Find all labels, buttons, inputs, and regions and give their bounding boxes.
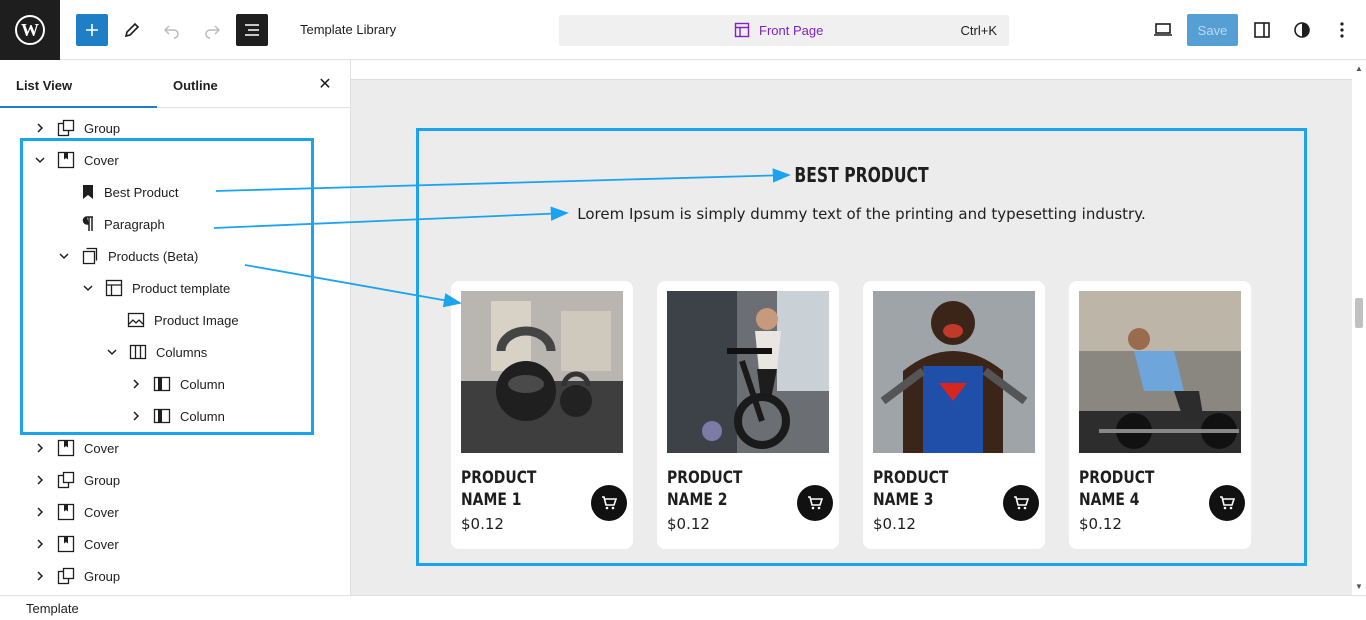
list-view-toggle-button[interactable] [236, 14, 268, 46]
group-icon [56, 470, 76, 490]
sidebar-tabs: List View Outline ✕ [0, 60, 350, 108]
cover-icon [56, 438, 76, 458]
product-card[interactable]: PRODUCT NAME 2 $0.12 [657, 281, 839, 549]
chevron-right-icon[interactable] [32, 440, 48, 456]
undo-button[interactable] [156, 14, 188, 46]
spin-bike-image [667, 291, 829, 453]
product-name[interactable]: PRODUCT NAME 2 [667, 467, 757, 511]
kettlebell-image [461, 291, 623, 453]
breadcrumb-template[interactable]: Template [26, 601, 79, 616]
cover-block-frame[interactable]: BEST PRODUCT Lorem Ipsum is simply dummy… [416, 128, 1307, 566]
tree-item-label: Group [84, 568, 121, 584]
status-bar: Template [0, 595, 1366, 620]
barbell-lifter-image [1079, 291, 1241, 453]
cart-icon[interactable] [1209, 485, 1245, 521]
intro-paragraph[interactable]: Lorem Ipsum is simply dummy text of the … [419, 205, 1304, 223]
tree-item-label: Cover [84, 440, 119, 456]
tree-item-label: Cover [84, 504, 119, 520]
cart-icon[interactable] [797, 485, 833, 521]
more-options-button[interactable] [1326, 14, 1358, 46]
product-price: $0.12 [1079, 515, 1122, 533]
tree-item-cover[interactable]: Cover [32, 528, 119, 560]
close-icon[interactable]: ✕ [316, 76, 334, 94]
tree-item-label: Group [84, 120, 121, 136]
editor-topbar: W Template Library Front Page Ctrl+K Sav… [0, 0, 1366, 60]
tree-item-label: Cover [84, 536, 119, 552]
chevron-right-icon[interactable] [32, 472, 48, 488]
scrollbar-thumb[interactable] [1355, 298, 1363, 328]
cover-icon [56, 502, 76, 522]
tab-outline[interactable]: Outline [157, 60, 237, 108]
product-name[interactable]: PRODUCT NAME 3 [873, 467, 963, 511]
command-palette-bar[interactable]: Front Page Ctrl+K [559, 15, 1009, 46]
command-page-label: Front Page [759, 23, 824, 38]
product-card[interactable]: PRODUCT NAME 4 $0.12 [1069, 281, 1251, 549]
settings-sidebar-button[interactable] [1246, 14, 1278, 46]
product-name[interactable]: PRODUCT NAME 4 [1079, 467, 1169, 511]
tab-list-view[interactable]: List View [0, 60, 157, 108]
tree-item-cover[interactable]: Cover [32, 496, 119, 528]
scroll-up-arrow-icon[interactable]: ▲ [1355, 64, 1363, 73]
document-title: Template Library [300, 22, 397, 37]
cover-icon [56, 534, 76, 554]
product-price: $0.12 [873, 515, 916, 533]
layout-icon [734, 22, 750, 43]
cart-icon[interactable] [591, 485, 627, 521]
bodybuilder-image [873, 291, 1035, 453]
tree-item-cover[interactable]: Cover [32, 432, 119, 464]
product-price: $0.12 [667, 515, 710, 533]
chevron-right-icon[interactable] [32, 120, 48, 136]
svg-text:W: W [21, 20, 39, 40]
chevron-right-icon[interactable] [32, 568, 48, 584]
tree-highlight-frame [20, 138, 314, 435]
styles-contrast-button[interactable] [1286, 14, 1318, 46]
editor-canvas: BEST PRODUCT Lorem Ipsum is simply dummy… [351, 60, 1352, 595]
redo-button[interactable] [196, 14, 228, 46]
product-card[interactable]: PRODUCT NAME 1 $0.12 [451, 281, 633, 549]
preview-laptop-button[interactable] [1147, 14, 1179, 46]
best-product-heading[interactable]: BEST PRODUCT [516, 163, 1206, 187]
scroll-down-arrow-icon[interactable]: ▼ [1355, 582, 1363, 591]
add-block-button[interactable] [76, 14, 108, 46]
group-icon [56, 118, 76, 138]
pencil-tool-button[interactable] [116, 14, 148, 46]
group-icon [56, 566, 76, 586]
tree-item-label: Group [84, 472, 121, 488]
product-card[interactable]: PRODUCT NAME 3 $0.12 [863, 281, 1045, 549]
command-shortcut: Ctrl+K [960, 23, 997, 38]
canvas-top-strip [351, 60, 1352, 80]
tree-item-group[interactable]: Group [32, 464, 120, 496]
canvas-scrollbar[interactable]: ▲ ▼ [1352, 60, 1366, 595]
product-name[interactable]: PRODUCT NAME 1 [461, 467, 551, 511]
wordpress-logo-icon[interactable]: W [0, 0, 60, 60]
tree-item-group[interactable]: Group [32, 560, 120, 592]
chevron-right-icon[interactable] [32, 536, 48, 552]
save-button[interactable]: Save [1187, 14, 1238, 46]
product-price: $0.12 [461, 515, 504, 533]
cart-icon[interactable] [1003, 485, 1039, 521]
chevron-right-icon[interactable] [32, 504, 48, 520]
